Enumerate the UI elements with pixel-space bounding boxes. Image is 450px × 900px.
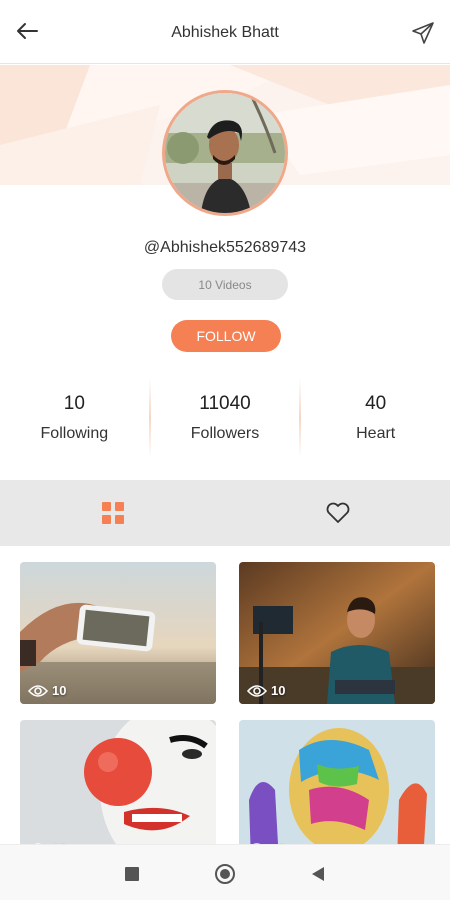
back-nav-button[interactable] bbox=[307, 863, 329, 885]
profile-screen: Abhishek Bhatt @Abhishek552689743 10 Vid… bbox=[0, 0, 450, 900]
profile-photo bbox=[165, 93, 285, 213]
recents-square-icon bbox=[125, 867, 139, 881]
stats-row: 10 Following 11040 Followers 40 Heart bbox=[0, 372, 450, 464]
send-icon bbox=[412, 22, 434, 44]
recents-button[interactable] bbox=[121, 863, 143, 885]
content-tabs bbox=[0, 480, 450, 546]
stat-value: 10 bbox=[63, 393, 85, 414]
video-thumbnail[interactable]: 10 bbox=[20, 562, 216, 704]
follow-button[interactable]: FOLLOW bbox=[171, 320, 281, 352]
eye-icon bbox=[28, 684, 48, 697]
username-handle: @Abhishek552689743 bbox=[143, 239, 307, 256]
home-circle-icon bbox=[215, 864, 235, 884]
heart-icon bbox=[326, 502, 349, 523]
back-triangle-icon bbox=[312, 867, 324, 881]
stat-value: 40 bbox=[365, 393, 387, 414]
tab-liked[interactable] bbox=[225, 480, 450, 546]
top-bar: Abhishek Bhatt bbox=[0, 0, 450, 64]
tab-videos[interactable] bbox=[0, 480, 225, 546]
view-count-label: 10 bbox=[271, 683, 286, 698]
home-button[interactable] bbox=[214, 863, 236, 885]
grid-icon bbox=[101, 502, 124, 524]
videos-count-badge: 10 Videos bbox=[162, 269, 288, 300]
stat-label: Followers bbox=[190, 425, 260, 442]
system-nav-bar bbox=[0, 844, 450, 900]
avatar[interactable] bbox=[162, 90, 288, 216]
stat-label: Following bbox=[40, 425, 109, 442]
video-grid: 10 10 bbox=[0, 562, 450, 862]
stat-heart[interactable]: 40 Heart bbox=[301, 372, 450, 464]
view-count: 10 bbox=[28, 683, 66, 698]
page-title: Abhishek Bhatt bbox=[171, 24, 279, 41]
send-button[interactable] bbox=[410, 20, 436, 46]
view-count-label: 10 bbox=[52, 683, 67, 698]
stat-value: 11040 bbox=[199, 393, 251, 414]
video-thumbnail[interactable]: 10 bbox=[20, 720, 216, 862]
stat-followers[interactable]: 11040 Followers bbox=[151, 372, 300, 464]
stat-label: Heart bbox=[356, 425, 396, 442]
eye-icon bbox=[247, 684, 267, 697]
view-count: 10 bbox=[247, 683, 285, 698]
stat-following[interactable]: 10 Following bbox=[0, 372, 149, 464]
video-thumbnail[interactable]: 10 bbox=[239, 562, 435, 704]
video-thumbnail[interactable]: 10 bbox=[239, 720, 435, 862]
